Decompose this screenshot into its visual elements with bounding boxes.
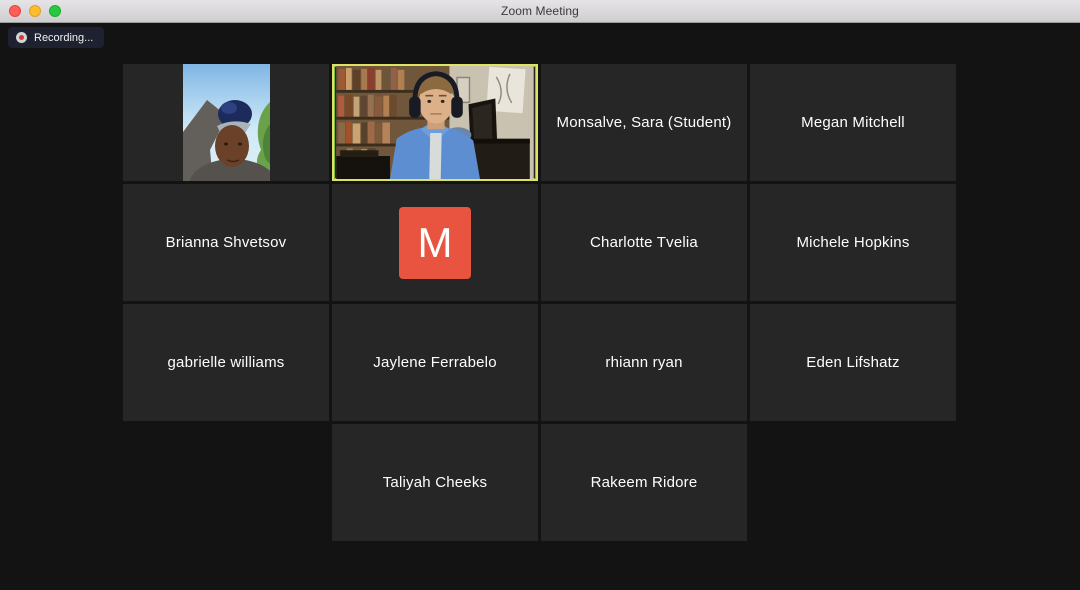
participant-tile-gabrielle-williams[interactable]: gabrielle williams (123, 304, 329, 421)
video-grid: Monsalve, Sara (Student) Megan Mitchell … (123, 64, 956, 541)
participant-tile-active-speaker[interactable] (332, 64, 538, 181)
window-title: Zoom Meeting (501, 4, 579, 18)
participant-tile-rhiann-ryan[interactable]: rhiann ryan (541, 304, 747, 421)
participant-name: Taliyah Cheeks (383, 474, 488, 491)
fullscreen-button[interactable] (49, 5, 61, 17)
participant-tile-megan-mitchell[interactable]: Megan Mitchell (750, 64, 956, 181)
participant-tile-monsalve-sara[interactable]: Monsalve, Sara (Student) (541, 64, 747, 181)
participant-tile-jaylene-ferrabelo[interactable]: Jaylene Ferrabelo (332, 304, 538, 421)
participant-tile-camera-portrait[interactable] (123, 64, 329, 181)
minimize-button[interactable] (29, 5, 41, 17)
participant-avatar: M (399, 207, 471, 279)
participant-name: Charlotte Tvelia (590, 234, 698, 251)
window-controls (9, 0, 61, 22)
participant-tile-michele-hopkins[interactable]: Michele Hopkins (750, 184, 956, 301)
participant-name: Jaylene Ferrabelo (373, 354, 496, 371)
avatar-letter: M (418, 219, 453, 267)
participant-name: Brianna Shvetsov (166, 234, 287, 251)
close-button[interactable] (9, 5, 21, 17)
participant-name: Eden Lifshatz (806, 354, 900, 371)
participant-tile-avatar-m[interactable]: M (332, 184, 538, 301)
participant-name: Rakeem Ridore (591, 474, 698, 491)
participant-tile-brianna-shvetsov[interactable]: Brianna Shvetsov (123, 184, 329, 301)
participant-name: gabrielle williams (168, 354, 285, 371)
recording-badge: Recording... (8, 27, 104, 48)
participant-tile-taliyah-cheeks[interactable]: Taliyah Cheeks (332, 424, 538, 541)
participant-tile-charlotte-tvelia[interactable]: Charlotte Tvelia (541, 184, 747, 301)
recording-icon (16, 32, 27, 43)
recording-label: Recording... (34, 32, 93, 44)
participant-name: Monsalve, Sara (Student) (557, 114, 732, 131)
window-titlebar: Zoom Meeting (0, 0, 1080, 23)
participant-tile-eden-lifshatz[interactable]: Eden Lifshatz (750, 304, 956, 421)
participant-tile-rakeem-ridore[interactable]: Rakeem Ridore (541, 424, 747, 541)
active-speaker-video-feed (334, 66, 536, 179)
meeting-content: Recording... (0, 23, 1080, 590)
participant-name: Megan Mitchell (801, 114, 905, 131)
participant-name: rhiann ryan (605, 354, 682, 371)
portrait-video-feed (183, 64, 270, 181)
participant-name: Michele Hopkins (796, 234, 909, 251)
